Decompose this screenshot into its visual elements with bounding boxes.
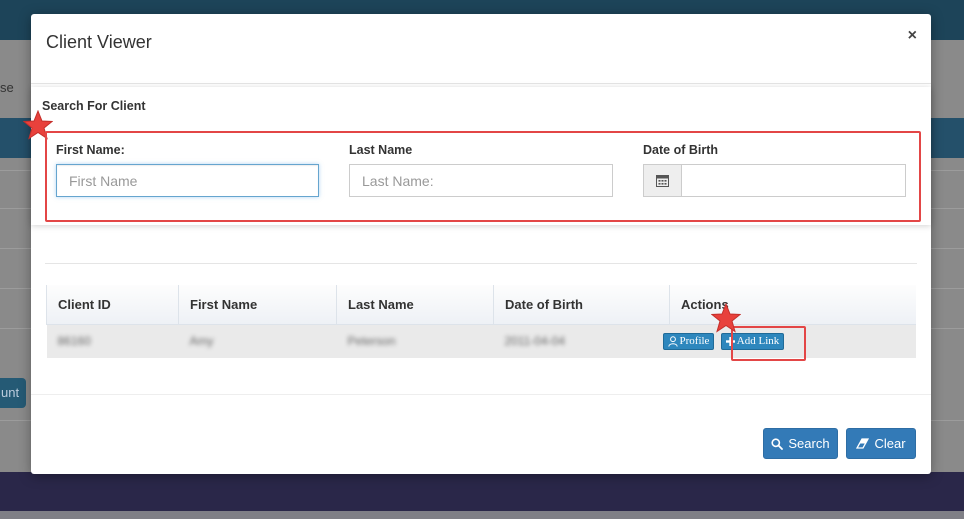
cell-client-id: 86160	[46, 324, 179, 358]
last-name-input[interactable]	[349, 164, 613, 197]
date-of-birth-label: Date of Birth	[643, 143, 718, 157]
column-header-date-of-birth: Date of Birth	[493, 285, 670, 325]
background-left-text: se	[0, 80, 14, 95]
background-bottom-edge	[0, 511, 964, 519]
last-name-label: Last Name	[349, 143, 413, 157]
cell-last-name: Peterson	[336, 324, 494, 358]
client-id-value: 86160	[57, 334, 91, 349]
star-annotation-icon	[711, 303, 741, 333]
cell-first-name: Amy	[178, 324, 337, 358]
background-left-button: unt	[0, 378, 26, 408]
cell-date-of-birth: 2011-04-04	[493, 324, 670, 358]
date-of-birth-input[interactable]	[682, 165, 905, 196]
clear-button-label: Clear	[874, 436, 906, 451]
section-divider	[45, 263, 917, 264]
date-of-birth-group	[643, 164, 906, 197]
close-icon[interactable]: ×	[908, 27, 917, 45]
last-name-value: Peterson	[347, 334, 396, 349]
first-name-input[interactable]	[56, 164, 319, 197]
user-icon	[667, 336, 678, 347]
column-header-actions: Actions	[669, 285, 916, 325]
search-heading: Search For Client	[42, 99, 146, 113]
calendar-icon[interactable]	[644, 165, 682, 196]
column-header-last-name: Last Name	[336, 285, 494, 325]
first-name-value: Amy	[189, 334, 214, 349]
modal-title: Client Viewer	[46, 32, 152, 52]
search-button[interactable]: Search	[763, 428, 838, 459]
clear-button[interactable]: Clear	[846, 428, 916, 459]
profile-button-label: Profile	[679, 335, 710, 348]
add-link-highlight	[731, 326, 806, 361]
table-header-row: Client ID First Name Last Name Date of B…	[46, 285, 916, 325]
column-header-first-name: First Name	[178, 285, 337, 325]
date-of-birth-value: 2011-04-04	[504, 334, 566, 349]
profile-button[interactable]: Profile	[662, 332, 715, 350]
modal-footer-divider	[31, 394, 931, 395]
modal-header: Client Viewer ×	[31, 14, 931, 84]
eraser-icon	[856, 438, 870, 449]
client-viewer-modal: Client Viewer × Search For Client First …	[23, 14, 931, 474]
search-button-label: Search	[788, 436, 830, 451]
first-name-label: First Name:	[56, 143, 125, 157]
column-header-client-id: Client ID	[46, 285, 179, 325]
search-icon	[771, 437, 784, 450]
